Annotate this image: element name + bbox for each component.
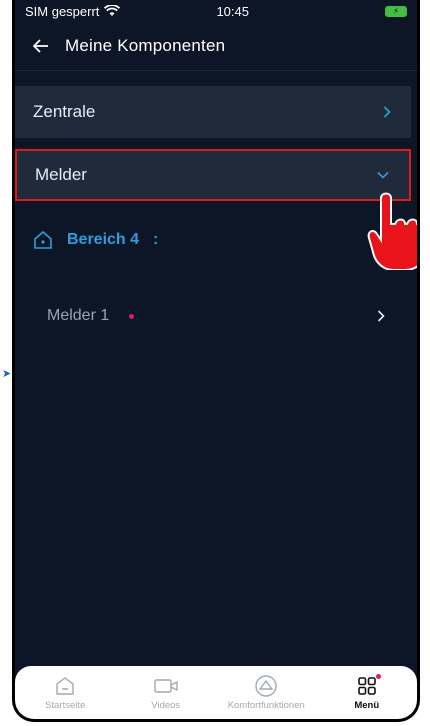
chevron-right-icon <box>377 310 385 322</box>
tab-icon-wrap <box>154 672 178 700</box>
zentrale-label: Zentrale <box>33 102 96 121</box>
tab-icon-wrap <box>357 672 381 700</box>
page-title: Meine Komponenten <box>65 36 226 55</box>
notification-badge <box>375 674 381 679</box>
comfort-icon <box>255 675 277 697</box>
clock: 10:45 <box>216 3 249 19</box>
tab-icon-wrap <box>55 672 75 700</box>
tab-menu[interactable]: Menü <box>322 672 412 711</box>
home-icon <box>34 230 52 249</box>
top-bar: Meine Komponenten <box>15 22 417 71</box>
phone-screen: SIM gesperrt 10:45 ⚡ Meine Komponenten Z… <box>12 0 420 722</box>
wifi-icon <box>104 5 121 16</box>
tab-label: Menü <box>354 700 380 711</box>
grid-menu-icon <box>357 677 376 695</box>
tab-label: Videos <box>151 700 181 711</box>
tab-komfortfunktionen[interactable]: Komfortfunktionen <box>221 672 311 711</box>
home-tab-icon <box>56 677 74 695</box>
melder-row[interactable]: Melder <box>15 149 411 201</box>
tab-startseite[interactable]: Startseite <box>20 672 110 711</box>
tab-bar: Startseite Videos Komfortfunktionen Menü <box>15 666 417 719</box>
carrier-label: SIM gesperrt <box>25 3 100 19</box>
area-suffix: : <box>153 231 159 248</box>
tab-icon-wrap <box>254 672 278 700</box>
back-arrow-icon[interactable] <box>33 39 49 53</box>
status-bar: SIM gesperrt 10:45 ⚡ <box>15 0 417 22</box>
chevron-down-icon <box>377 171 389 179</box>
status-dot <box>129 313 135 319</box>
tab-label: Komfortfunktionen <box>227 700 305 711</box>
video-icon <box>154 679 178 693</box>
status-left: SIM gesperrt <box>25 3 121 19</box>
zentrale-row[interactable]: Zentrale <box>15 86 411 138</box>
pointing-hand-icon <box>367 192 417 270</box>
list-item-left: Melder 1 <box>47 307 135 325</box>
chevron-right-icon <box>383 106 391 118</box>
tab-videos[interactable]: Videos <box>121 672 211 711</box>
side-arrow-icon: ➤ <box>2 368 12 380</box>
melder-label: Melder <box>35 165 87 184</box>
battery-icon: ⚡ <box>385 5 407 17</box>
area-header: Bereich 4 : <box>33 230 158 250</box>
list-item-label: Melder 1 <box>47 307 110 324</box>
list-item[interactable]: Melder 1 <box>47 307 385 325</box>
tab-label: Startseite <box>45 700 86 711</box>
area-label: Bereich 4 <box>67 231 140 248</box>
